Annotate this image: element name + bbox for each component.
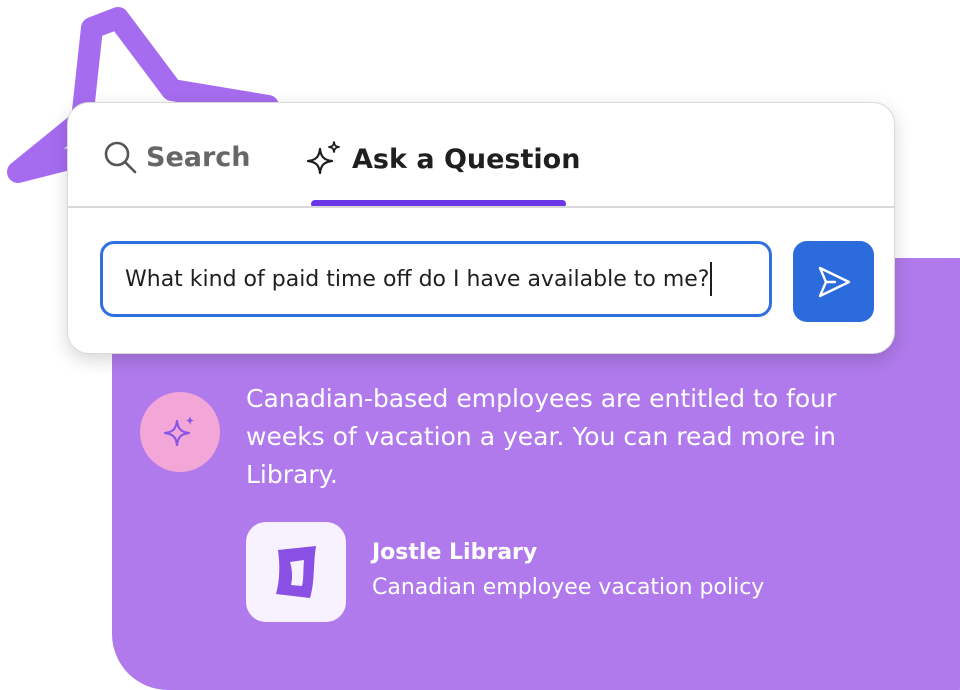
question-input[interactable]: What kind of paid time off do I have ava… bbox=[100, 241, 772, 317]
sparkle-icon bbox=[306, 141, 340, 175]
library-result-title[interactable]: Jostle Library bbox=[372, 540, 537, 565]
tab-ask-a-question[interactable]: Ask a Question bbox=[304, 139, 580, 179]
ask-question-widget: Canadian-based employees are entitled to… bbox=[0, 0, 960, 690]
jostle-library-logo[interactable] bbox=[246, 522, 346, 622]
tab-ask-label: Ask a Question bbox=[352, 143, 581, 175]
tab-search[interactable]: Search bbox=[102, 139, 251, 175]
text-caret bbox=[710, 262, 713, 296]
send-icon bbox=[818, 266, 850, 297]
search-card: Search Ask a Question What kind of paid … bbox=[67, 102, 895, 354]
tab-divider bbox=[68, 206, 894, 208]
library-icon bbox=[276, 546, 316, 598]
answer-text: Canadian-based employees are entitled to… bbox=[246, 384, 837, 489]
ai-avatar bbox=[140, 392, 220, 472]
search-icon bbox=[104, 141, 137, 174]
tab-search-label: Search bbox=[146, 141, 251, 173]
library-result-subtitle[interactable]: Canadian employee vacation policy bbox=[372, 575, 764, 600]
sparkle-icon bbox=[163, 416, 194, 447]
question-input-value: What kind of paid time off do I have ava… bbox=[125, 266, 710, 292]
send-button[interactable] bbox=[793, 241, 874, 322]
